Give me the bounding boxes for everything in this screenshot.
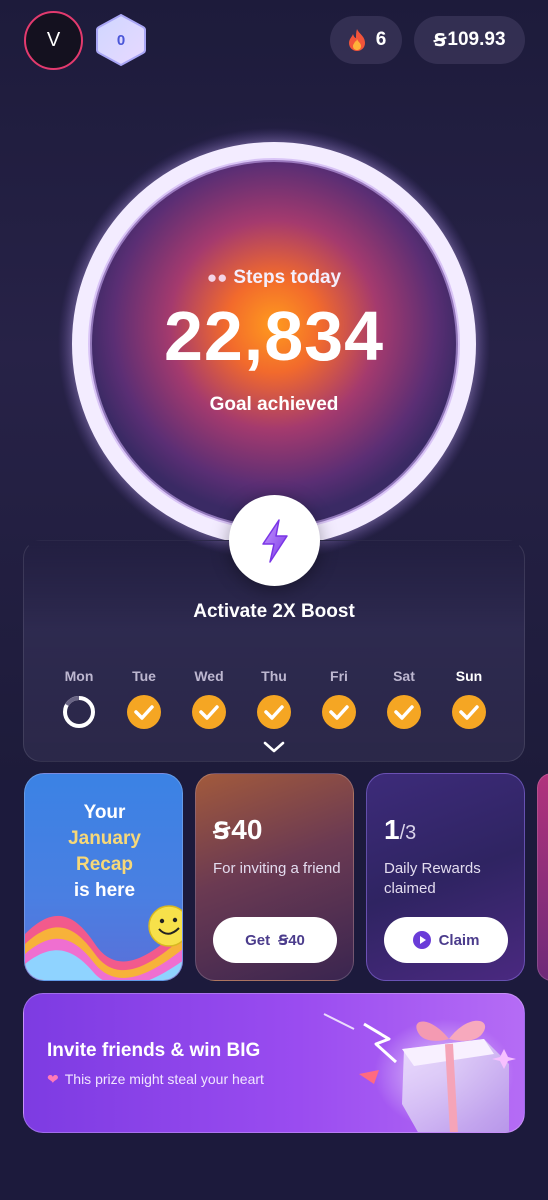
banner-title: Invite friends & win BIG <box>47 1040 261 1061</box>
day-thu[interactable]: Thu <box>241 668 307 735</box>
day-name: Thu <box>261 668 287 684</box>
daily-rewards-card[interactable]: 1/3 Daily Rewards claimed Claim <box>366 773 525 981</box>
streak-pill[interactable]: 6 <box>330 16 402 64</box>
steps-count: 22,834 <box>163 297 385 375</box>
chevron-down-icon[interactable] <box>262 740 286 754</box>
day-tue[interactable]: Tue <box>111 668 177 735</box>
avatar-initial: V <box>46 29 61 51</box>
streak-count: 6 <box>375 29 387 50</box>
steps-label: ●● Steps today <box>0 267 548 289</box>
recap-message: Your January Recap is here <box>25 800 182 904</box>
check-circle-icon <box>322 695 356 729</box>
day-sun[interactable]: Sun <box>436 668 502 735</box>
day-fri[interactable]: Fri <box>306 668 372 735</box>
coin-icon: Ꞩ <box>213 818 230 845</box>
progress-circle-icon <box>63 696 95 728</box>
january-recap-card[interactable]: Your January Recap is here <box>24 773 183 981</box>
day-sat[interactable]: Sat <box>371 668 437 735</box>
daily-rewards-count: 1/3 <box>384 814 416 846</box>
play-icon <box>412 931 431 949</box>
daily-total: /3 <box>399 822 417 844</box>
recap-line-4: is here <box>73 880 136 901</box>
check-circle-icon <box>127 695 161 729</box>
recap-line-1: Your <box>83 802 126 823</box>
gift-box-graphic <box>323 1013 516 1132</box>
banner-subtitle-text: This prize might steal your heart <box>64 1071 264 1087</box>
boost-button[interactable] <box>229 495 320 586</box>
level-value: 0 <box>116 31 126 49</box>
day-wed[interactable]: Wed <box>176 668 242 735</box>
coin-icon: Ꞩ <box>433 29 446 50</box>
week-days: Mon Tue Wed Thu Fri Sat Sun <box>46 668 502 732</box>
goal-status: Goal achieved <box>209 394 339 415</box>
fire-icon <box>348 29 365 51</box>
next-card-peek[interactable] <box>537 773 548 981</box>
balance-pill[interactable]: Ꞩ 109.93 <box>414 16 525 64</box>
check-circle-icon <box>192 695 226 729</box>
coin-icon: Ꞩ <box>278 931 288 948</box>
day-name: Mon <box>64 668 94 684</box>
day-name: Tue <box>132 668 156 684</box>
lightning-icon <box>261 518 288 563</box>
hearts-icon: ❤ <box>47 1071 59 1087</box>
recap-line-3: Recap <box>75 854 134 875</box>
footprints-icon: ●● <box>206 268 228 287</box>
get-reward-button[interactable]: Get Ꞩ 40 <box>213 917 337 963</box>
invite-amount-value: 40 <box>231 814 263 845</box>
day-name: Sun <box>455 668 483 684</box>
profile-avatar[interactable]: V <box>24 11 83 70</box>
day-mon[interactable]: Mon <box>46 668 112 735</box>
day-name: Fri <box>330 668 348 684</box>
boost-label[interactable]: Activate 2X Boost <box>0 601 548 623</box>
invite-amount: Ꞩ 40 <box>213 814 262 846</box>
invite-reward-card[interactable]: Ꞩ 40 For inviting a friend Get Ꞩ 40 <box>195 773 354 981</box>
balance-value: 109.93 <box>447 29 506 50</box>
claim-button[interactable]: Claim <box>384 917 508 963</box>
recap-line-2: January <box>68 828 141 849</box>
invite-friends-banner[interactable]: Invite friends & win BIG ❤ This prize mig… <box>23 993 525 1133</box>
get-button-amount: 40 <box>288 931 305 949</box>
steps-label-text: Steps today <box>233 267 342 288</box>
daily-description: Daily Rewards claimed <box>384 860 481 897</box>
day-name: Sat <box>393 668 415 684</box>
invite-description: For inviting a friend <box>213 860 341 877</box>
day-name: Wed <box>194 668 224 684</box>
banner-subtitle: ❤ This prize might steal your heart <box>47 1071 264 1088</box>
get-button-label: Get <box>245 931 271 949</box>
level-badge[interactable]: 0 <box>94 12 148 68</box>
check-circle-icon <box>257 695 291 729</box>
claim-label: Claim <box>438 931 480 949</box>
check-circle-icon <box>452 695 486 729</box>
check-circle-icon <box>387 695 421 729</box>
daily-claimed: 1 <box>384 814 400 845</box>
